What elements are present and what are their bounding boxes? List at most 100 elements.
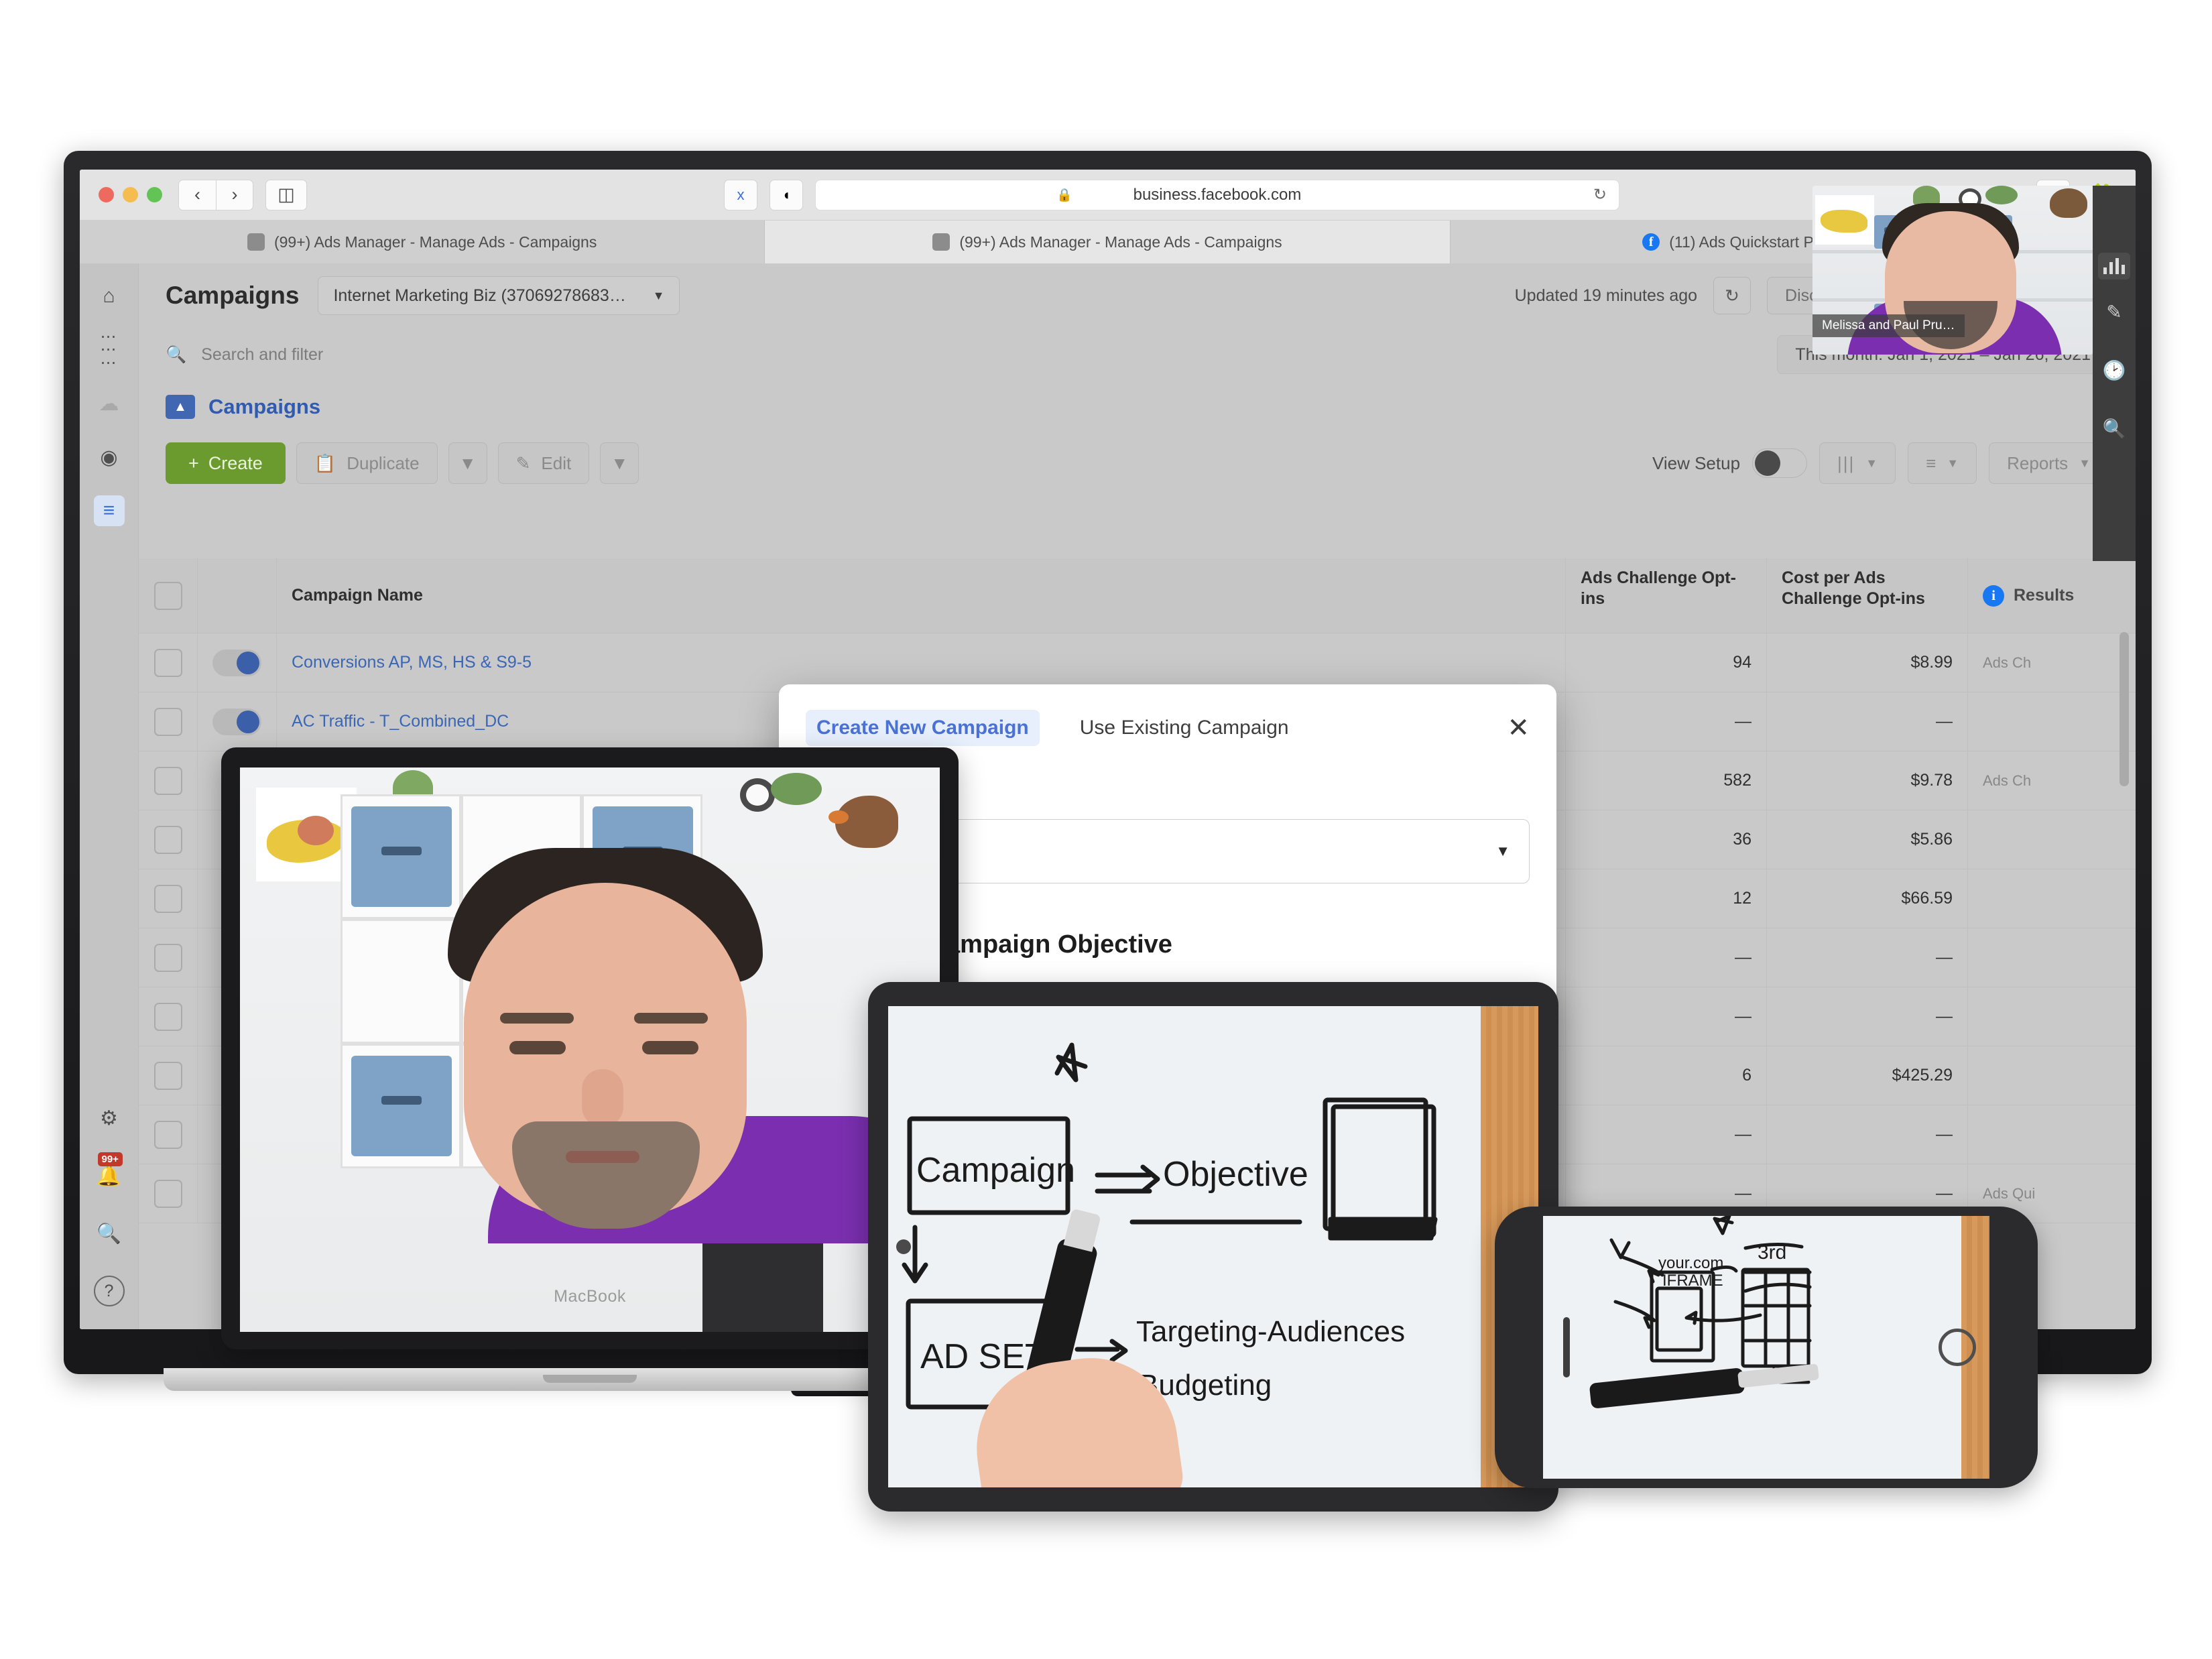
webcam-overlay[interactable]: Melissa and Paul Pru…: [1812, 186, 2093, 355]
phone-screen: your.com IFRAME 3rd B: [1543, 1216, 1989, 1479]
plant-decor-2: [1985, 186, 2018, 204]
chevron-down-icon: ▼: [1865, 456, 1878, 470]
back-icon[interactable]: ‹: [178, 179, 216, 210]
info-icon: i: [1983, 585, 2004, 607]
column-header-campaign-name[interactable]: Campaign Name: [277, 558, 1566, 633]
chevron-down-icon: ▼: [1947, 456, 1959, 470]
view-setup-toggle[interactable]: View Setup: [1652, 448, 1808, 478]
ad-account-selector[interactable]: Internet Marketing Biz (37069278683… ▼: [318, 276, 680, 315]
breadcrumb: ▲ Campaigns: [139, 381, 2136, 432]
row-status-toggle[interactable]: [198, 692, 277, 751]
ad-account-name: Internet Marketing Biz (37069278683…: [333, 286, 626, 305]
browser-tab-2[interactable]: (99+) Ads Manager - Manage Ads - Campaig…: [765, 221, 1451, 263]
column-header-cost[interactable]: Cost per Ads Challenge Opt-ins: [1767, 558, 1968, 633]
home-icon[interactable]: ⌂: [94, 281, 125, 312]
reports-button-label: Reports: [2007, 452, 2069, 473]
column-header-results[interactable]: i Results: [1968, 558, 2136, 633]
reader-mode-icon[interactable]: x: [724, 179, 757, 210]
row-checkbox[interactable]: [139, 633, 198, 692]
view-setup-switch[interactable]: [1752, 448, 1808, 478]
nav-buttons[interactable]: ‹ ›: [178, 179, 253, 210]
table-scrollbar[interactable]: [2119, 632, 2129, 786]
maximize-window-button[interactable]: [147, 187, 162, 202]
browser-tab-1[interactable]: (99+) Ads Manager - Manage Ads - Campaig…: [80, 221, 765, 263]
table-row[interactable]: Conversions AP, MS, HS & S9-5 94 $8.99 Ads …: [139, 633, 2136, 692]
ads-manager-toolbar-right: View Setup ||| ▼ ≡ ▼ Reports ▼: [1652, 442, 2109, 484]
minimize-window-button[interactable]: [123, 187, 138, 202]
macbook-screen: [240, 767, 940, 1332]
row-checkbox[interactable]: [139, 1164, 198, 1223]
row-checkbox[interactable]: [139, 928, 198, 987]
video-room-scene: [240, 767, 940, 1332]
pencil-icon[interactable]: ✎: [2106, 301, 2122, 323]
search-icon[interactable]: 🔍: [94, 1218, 125, 1249]
breakdown-button[interactable]: ≡ ▼: [1908, 442, 1977, 484]
column-header-results-label: Results: [2014, 586, 2075, 605]
close-icon[interactable]: ✕: [1507, 715, 1530, 741]
tablet-home-button[interactable]: [896, 1239, 911, 1254]
row-checkbox[interactable]: [139, 692, 198, 751]
macbook-notch: [543, 1375, 637, 1383]
table-campaigns-icon[interactable]: ≡: [93, 495, 125, 526]
row-checkbox[interactable]: [139, 869, 198, 928]
row-cost: —: [1767, 928, 1968, 987]
reload-icon[interactable]: ↻: [1593, 185, 1607, 204]
grid-apps-icon[interactable]: ⋯ ⋯ ⋯: [94, 329, 125, 371]
plant-decor-2: [771, 773, 822, 805]
reports-button[interactable]: Reports ▼: [1989, 442, 2109, 484]
row-cost: $9.78: [1767, 751, 1968, 810]
help-icon[interactable]: ?: [93, 1276, 125, 1306]
tablet-device: Campaign Objective AD SET Targeting-Audi…: [868, 982, 1558, 1512]
address-bar[interactable]: 🔒 business.facebook.com ↻: [815, 179, 1619, 210]
edit-button[interactable]: ✎ Edit: [497, 442, 590, 484]
audio-levels-icon[interactable]: [2098, 253, 2130, 280]
campaign-folder-icon: ▲: [166, 395, 195, 419]
duplicate-icon: 📋: [314, 452, 336, 473]
row-status-toggle[interactable]: [198, 633, 277, 692]
duplicate-caret-button[interactable]: ▼: [448, 442, 487, 484]
storage-bin: [351, 806, 452, 907]
row-checkbox[interactable]: [139, 1046, 198, 1105]
window-traffic-lights[interactable]: [99, 187, 162, 202]
tab-use-existing-campaign[interactable]: Use Existing Campaign: [1069, 710, 1300, 746]
edit-caret-button[interactable]: ▼: [600, 442, 639, 484]
select-all-checkbox[interactable]: [139, 558, 198, 633]
presenter-portrait: [448, 848, 940, 1243]
row-optins: —: [1566, 928, 1767, 987]
audience-icon[interactable]: ◉: [94, 442, 125, 473]
macbook-label: MacBook: [554, 1287, 626, 1306]
tab-create-new-campaign[interactable]: Create New Campaign: [806, 710, 1040, 746]
edit-button-label: Edit: [541, 452, 572, 473]
zoom-search-icon[interactable]: 🔍: [2103, 418, 2126, 440]
row-checkbox[interactable]: [139, 1105, 198, 1164]
create-button[interactable]: + Create: [166, 442, 286, 484]
cloud-icon[interactable]: ☁: [94, 388, 125, 419]
sidebar-toggle-icon[interactable]: ◫: [265, 179, 307, 210]
refresh-icon[interactable]: ↻: [1713, 277, 1752, 314]
row-cost: —: [1767, 987, 1968, 1046]
search-input[interactable]: 🔍 Search and filter: [166, 335, 1762, 374]
page-favicon: [247, 233, 265, 251]
row-results: Ads Ch: [1983, 772, 2032, 789]
gear-icon[interactable]: ⚙: [94, 1103, 125, 1133]
row-checkbox[interactable]: [139, 751, 198, 810]
drawing-label-3rd: 3rd: [1758, 1241, 1786, 1264]
tablet-screen: Campaign Objective AD SET Targeting-Audi…: [888, 1006, 1538, 1487]
row-campaign-name[interactable]: Conversions AP, MS, HS & S9-5: [277, 633, 1566, 692]
phone-home-button[interactable]: [1939, 1329, 1976, 1366]
tablet-whiteboard-drawing: Campaign Objective AD SET Targeting-Audi…: [902, 1042, 1438, 1410]
row-checkbox[interactable]: [139, 810, 198, 869]
notifications-bell-icon[interactable]: 99+ 🔔: [94, 1152, 125, 1191]
contrast-icon[interactable]: ◖: [770, 179, 803, 210]
breadcrumb-label[interactable]: Campaigns: [208, 395, 320, 419]
row-optins: 582: [1566, 751, 1767, 810]
row-checkbox[interactable]: [139, 987, 198, 1046]
table-header-row: Campaign Name Ads Challenge Opt-ins Cost…: [139, 558, 2136, 633]
clock-icon[interactable]: 🕑: [2103, 359, 2126, 381]
column-header-optins[interactable]: Ads Challenge Opt-ins: [1566, 558, 1767, 633]
columns-button[interactable]: ||| ▼: [1819, 442, 1896, 484]
close-window-button[interactable]: [99, 187, 114, 202]
forward-icon[interactable]: ›: [216, 179, 253, 210]
duplicate-button[interactable]: 📋 Duplicate: [296, 442, 438, 484]
presenter-mouth: [566, 1151, 639, 1163]
